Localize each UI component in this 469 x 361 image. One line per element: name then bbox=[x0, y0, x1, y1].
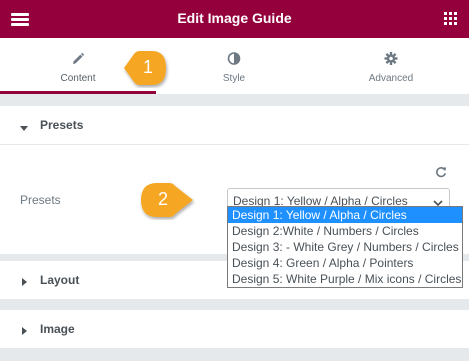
pencil-icon bbox=[72, 52, 85, 70]
editor-header: Edit Image Guide bbox=[0, 0, 469, 38]
panel-title: Edit Image Guide bbox=[177, 10, 292, 26]
grid-icon[interactable] bbox=[444, 12, 457, 25]
dropdown-option[interactable]: Design 1: Yellow / Alpha / Circles bbox=[228, 207, 462, 223]
callout-badge-1: 1 bbox=[120, 48, 170, 88]
refresh-icon[interactable] bbox=[435, 165, 447, 183]
image-section-header[interactable]: Image bbox=[0, 310, 469, 348]
presets-section-title: Presets bbox=[40, 118, 84, 132]
caret-right-icon bbox=[22, 324, 28, 338]
dropdown-option[interactable]: Design 5: White Purple / Mix icons / Cir… bbox=[228, 271, 462, 287]
half-circle-icon bbox=[227, 52, 241, 70]
tab-advanced-label: Advanced bbox=[368, 73, 414, 84]
presets-dropdown-list: Design 1: Yellow / Alpha / Circles Desig… bbox=[227, 206, 463, 288]
caret-down-icon bbox=[20, 121, 28, 135]
tab-style[interactable]: Style bbox=[156, 38, 312, 94]
tab-advanced[interactable]: Advanced bbox=[313, 38, 469, 94]
layout-section-title: Layout bbox=[40, 273, 80, 287]
dropdown-option[interactable]: Design 2:White / Numbers / Circles bbox=[228, 223, 462, 239]
presets-section-header[interactable]: Presets bbox=[0, 106, 469, 144]
tab-bar: Content Style Advanced bbox=[0, 38, 469, 94]
dropdown-option[interactable]: Design 4: Green / Alpha / Pointers bbox=[228, 255, 462, 271]
gear-icon bbox=[384, 52, 398, 70]
caret-right-icon bbox=[22, 275, 28, 289]
callout-badge-2: 2 bbox=[137, 180, 193, 220]
image-section: Image bbox=[0, 310, 469, 348]
image-section-title: Image bbox=[40, 322, 75, 336]
tab-style-label: Style bbox=[222, 73, 246, 84]
presets-field-label: Presets bbox=[20, 193, 61, 207]
callout-number-1: 1 bbox=[142, 57, 153, 77]
callout-number-2: 2 bbox=[157, 189, 168, 209]
dropdown-option[interactable]: Design 3: - White Grey / Numbers / Circl… bbox=[228, 239, 462, 255]
